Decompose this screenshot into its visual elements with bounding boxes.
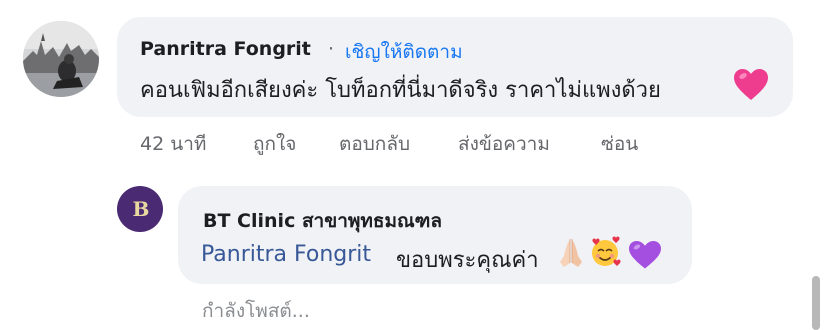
folded-hands-icon — [556, 236, 586, 270]
comment-timestamp[interactable]: 42 นาที — [140, 129, 206, 159]
reply-author-name[interactable]: BT Clinic สาขาพุทธมณฑล — [203, 206, 442, 236]
separator-dot: · — [328, 38, 335, 60]
smiling-face-with-hearts-icon — [589, 236, 621, 268]
commenter-avatar[interactable] — [23, 21, 99, 97]
comment-text: คอนเฟิมอีกเสียงค่ะ โบท็อกที่นี่มาดีจริง … — [140, 78, 661, 103]
purple-heart-icon — [628, 240, 662, 270]
pink-heart-icon — [733, 68, 769, 102]
posting-status: กำลังโพสต์... — [202, 300, 310, 322]
commenter-name[interactable]: Panritra Fongrit — [140, 38, 311, 60]
reply-text: ขอบพระคุณค่า — [396, 248, 539, 273]
hide-button[interactable]: ซ่อน — [601, 129, 638, 159]
clinic-avatar[interactable]: B — [117, 186, 163, 232]
follow-invite-link[interactable]: เชิญให้ติดตาม — [345, 37, 463, 67]
mention-link[interactable]: Panritra Fongrit — [201, 242, 371, 267]
scrollbar[interactable] — [812, 276, 820, 330]
clinic-logo: B — [132, 197, 150, 221]
like-button[interactable]: ถูกใจ — [253, 129, 296, 159]
send-message-button[interactable]: ส่งข้อความ — [458, 129, 550, 159]
reply-button[interactable]: ตอบกลับ — [339, 129, 410, 159]
